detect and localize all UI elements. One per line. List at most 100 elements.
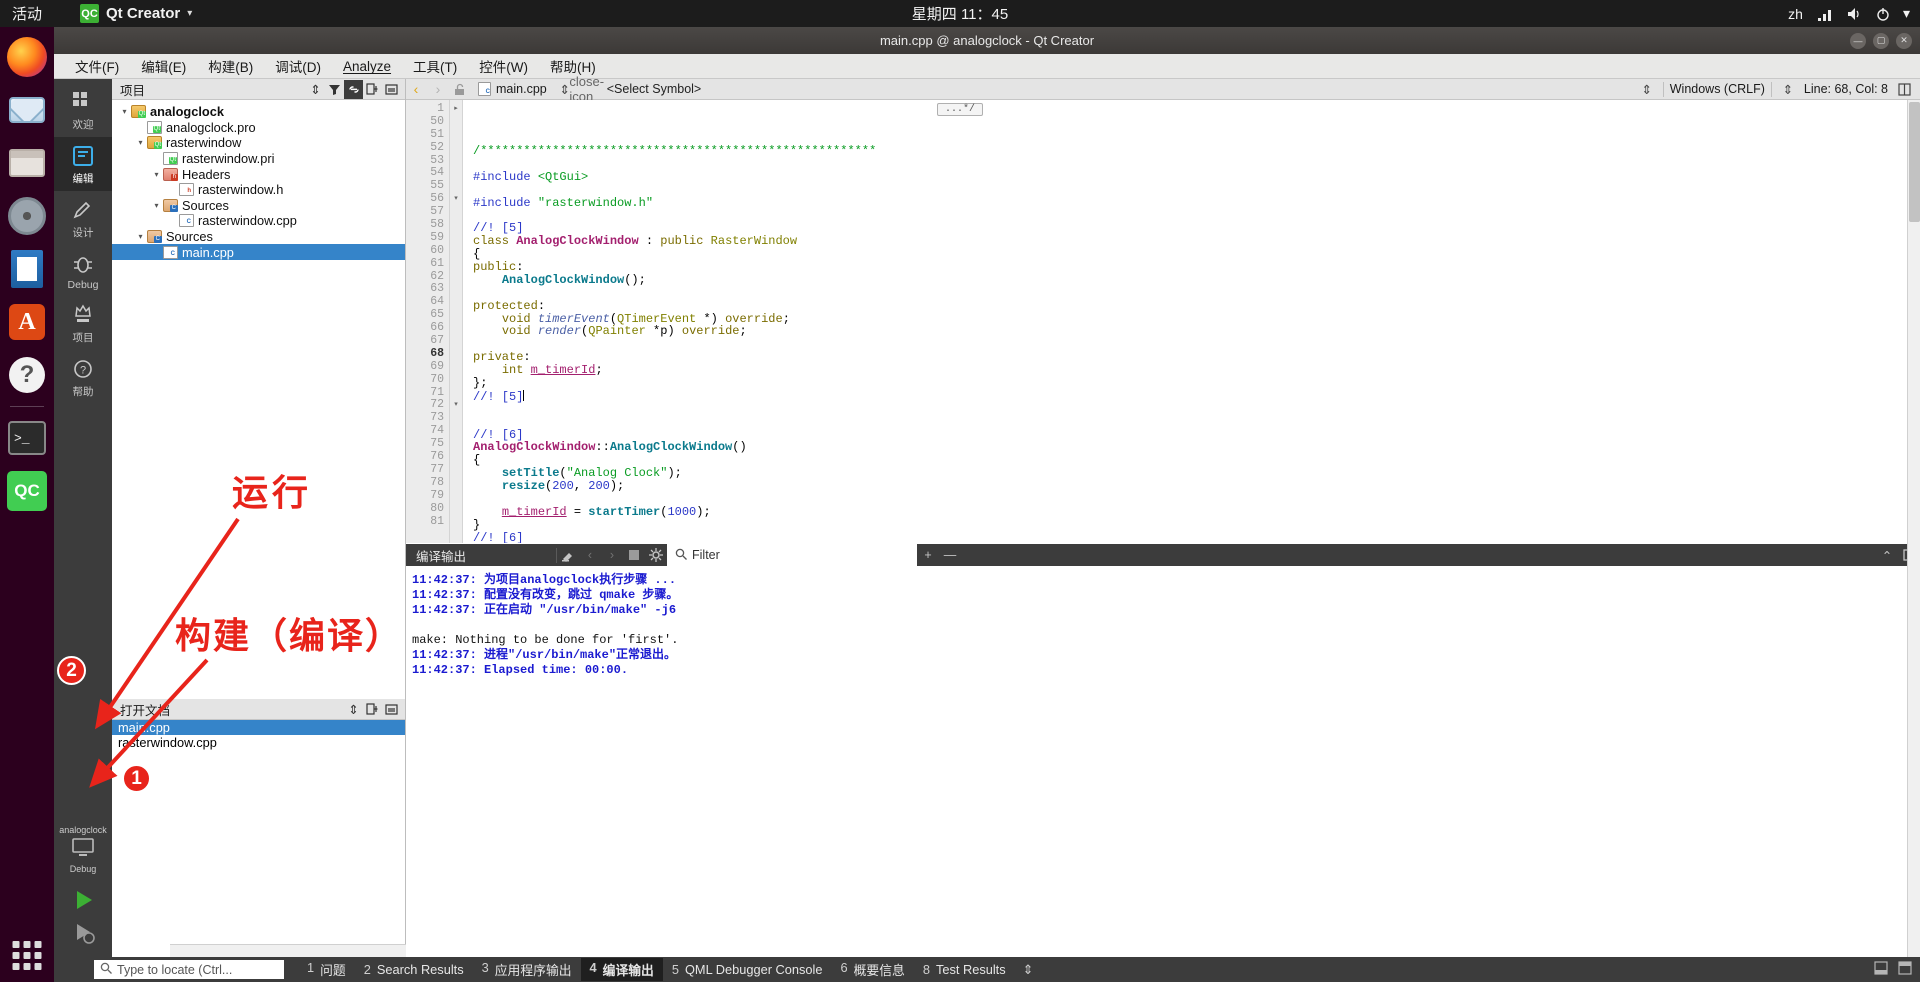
close-panel-icon[interactable] bbox=[382, 80, 401, 99]
output-tab-----[interactable]: 4 编译输出 bbox=[580, 958, 663, 981]
dock-thunderbird[interactable] bbox=[4, 87, 50, 133]
sort-icon[interactable]: ⇕ bbox=[306, 80, 325, 99]
run-button[interactable] bbox=[54, 883, 112, 916]
output-tab-qml-debugger-console[interactable]: 5 QML Debugger Console bbox=[663, 960, 832, 979]
mode-welcome[interactable]: 欢迎 bbox=[54, 83, 112, 137]
tree-item-analogclock[interactable]: ▾ analogclock bbox=[112, 104, 405, 120]
locator-input[interactable]: Type to locate (Ctrl... bbox=[94, 960, 284, 979]
synchronize-icon[interactable] bbox=[344, 79, 363, 99]
dock-rhythmbox[interactable] bbox=[4, 193, 50, 239]
mode-design[interactable]: 设计 bbox=[54, 191, 112, 245]
mode-debug[interactable]: Debug bbox=[54, 245, 112, 296]
dock-files[interactable] bbox=[4, 140, 50, 186]
open-documents-list[interactable]: main.cpp rasterwindow.cpp bbox=[112, 720, 405, 750]
tree-item-sources[interactable]: ▾ Sources bbox=[112, 198, 405, 214]
output-tabs-updown-icon[interactable]: ⇕ bbox=[1015, 962, 1034, 978]
menu-debug[interactable]: 调试(D) bbox=[264, 53, 332, 79]
fold-column[interactable]: ▸ ▾ ▾ bbox=[450, 100, 463, 543]
filter-icon[interactable] bbox=[325, 80, 344, 99]
show-applications-button[interactable] bbox=[12, 941, 42, 970]
fold-marker-icon[interactable]: ▾ bbox=[450, 399, 462, 412]
symbol-selector[interactable]: <Select Symbol> bbox=[599, 82, 1635, 96]
forward-arrow-icon[interactable]: › bbox=[428, 79, 448, 99]
chevron-up-icon[interactable]: ⌃ bbox=[1876, 544, 1898, 566]
tree-item-rasterwindow-cpp[interactable]: rasterwindow.cpp bbox=[112, 213, 405, 229]
output-tab-------[interactable]: 3 应用程序输出 bbox=[473, 958, 581, 981]
expand-arrow-icon[interactable]: ▾ bbox=[134, 138, 147, 147]
expand-arrow-icon[interactable]: ▾ bbox=[150, 201, 163, 210]
fold-marker-icon[interactable]: ▾ bbox=[450, 193, 462, 206]
app-menu-button[interactable]: QC Qt Creator ▾ bbox=[80, 4, 192, 23]
debug-run-button[interactable] bbox=[54, 916, 112, 949]
tree-item-analogclock-pro[interactable]: analogclock.pro bbox=[112, 120, 405, 136]
add-filter-button[interactable]: + bbox=[917, 544, 939, 566]
split-icon[interactable] bbox=[363, 700, 382, 719]
filter-input[interactable]: Filter bbox=[667, 544, 917, 566]
open-document-item[interactable]: rasterwindow.cpp bbox=[112, 735, 405, 750]
output-tab---[interactable]: 1 问题 bbox=[298, 958, 355, 981]
menu-file[interactable]: 文件(F) bbox=[64, 53, 130, 79]
menu-tools[interactable]: 工具(T) bbox=[402, 53, 468, 79]
menu-analyze[interactable]: Analyze bbox=[332, 56, 402, 77]
source-code[interactable]: ...*/ /*********************************… bbox=[463, 100, 1920, 543]
stop-icon[interactable] bbox=[623, 544, 645, 566]
dock-terminal[interactable]: >_ bbox=[4, 415, 50, 461]
prev-icon[interactable]: ‹ bbox=[579, 544, 601, 566]
tree-item-rasterwindow[interactable]: ▾ rasterwindow bbox=[112, 135, 405, 151]
network-icon[interactable] bbox=[1816, 7, 1834, 21]
code-editor[interactable]: 1 50 51 52 53 54 55 56 57 58 59 60 61 62 63 64 65 66 67 68 6… bbox=[406, 100, 1920, 543]
progress-maximize-icon[interactable] bbox=[1898, 961, 1912, 978]
tree-item-rasterwindow-h[interactable]: rasterwindow.h bbox=[112, 182, 405, 198]
kit-selector[interactable]: analogclock Debug bbox=[56, 825, 110, 874]
sort-icon[interactable]: ⇕ bbox=[344, 700, 363, 719]
editor-vertical-scrollbar[interactable] bbox=[1907, 100, 1920, 982]
output-tab-search-results[interactable]: 2 Search Results bbox=[355, 960, 473, 979]
project-tree[interactable]: ▾ analogclockanalogclock.pro ▾ rasterwindow… bbox=[112, 100, 405, 260]
close-button[interactable]: ✕ bbox=[1896, 32, 1912, 49]
system-clock[interactable]: 星期四 11：45 bbox=[912, 3, 1008, 24]
folded-comment-placeholder[interactable]: ...*/ bbox=[937, 103, 984, 116]
chevron-down-icon[interactable]: ▾ bbox=[1903, 5, 1910, 22]
clear-icon[interactable] bbox=[557, 544, 579, 566]
maximize-button[interactable]: ▢ bbox=[1873, 32, 1889, 49]
tree-item-main-cpp[interactable]: main.cpp bbox=[112, 244, 405, 260]
volume-icon[interactable] bbox=[1847, 7, 1863, 21]
fold-marker-icon[interactable]: ▸ bbox=[450, 103, 462, 116]
back-arrow-icon[interactable]: ‹ bbox=[406, 79, 426, 99]
split-icon[interactable] bbox=[363, 80, 382, 99]
menu-build[interactable]: 构建(B) bbox=[197, 53, 264, 79]
symbol-dropdown-icon[interactable]: ⇕ bbox=[1637, 79, 1657, 99]
mode-edit[interactable]: 编辑 bbox=[54, 137, 112, 191]
current-file-chip[interactable]: main.cpp bbox=[472, 82, 553, 96]
open-document-item[interactable]: main.cpp bbox=[112, 720, 405, 735]
remove-filter-button[interactable]: — bbox=[939, 544, 961, 566]
dock-firefox[interactable] bbox=[4, 34, 50, 80]
close-icon[interactable]: close-icon bbox=[569, 74, 604, 104]
minimize-button[interactable]: — bbox=[1850, 32, 1866, 49]
mode-help[interactable]: ? 帮助 bbox=[54, 350, 112, 404]
output-tab-----[interactable]: 6 概要信息 bbox=[832, 958, 914, 981]
progress-minimize-icon[interactable] bbox=[1874, 961, 1888, 978]
gear-icon[interactable] bbox=[645, 544, 667, 566]
dock-libreoffice-writer[interactable] bbox=[4, 246, 50, 292]
expand-arrow-icon[interactable]: ▾ bbox=[118, 107, 131, 116]
cursor-dropdown-icon[interactable]: ⇕ bbox=[1778, 79, 1798, 99]
mode-projects[interactable]: 项目 bbox=[54, 296, 112, 350]
line-ending-selector[interactable]: Windows (CRLF) bbox=[1670, 82, 1765, 96]
expand-arrow-icon[interactable]: ▾ bbox=[150, 170, 163, 179]
unlocked-icon[interactable] bbox=[450, 79, 470, 99]
tree-item-headers[interactable]: ▾ Headers bbox=[112, 166, 405, 182]
close-panel-icon[interactable] bbox=[382, 700, 401, 719]
tree-item-sources[interactable]: ▾ Sources bbox=[112, 229, 405, 245]
menu-window[interactable]: 控件(W) bbox=[468, 53, 539, 79]
power-icon[interactable] bbox=[1876, 7, 1890, 21]
menu-edit[interactable]: 编辑(E) bbox=[130, 53, 197, 79]
input-language-indicator[interactable]: zh bbox=[1788, 6, 1803, 22]
dock-qt-creator[interactable]: QC bbox=[4, 468, 50, 514]
expand-arrow-icon[interactable]: ▾ bbox=[134, 232, 147, 241]
tree-item-rasterwindow-pri[interactable]: rasterwindow.pri bbox=[112, 151, 405, 167]
split-editor-icon[interactable] bbox=[1894, 79, 1914, 99]
dock-help[interactable]: ? bbox=[4, 352, 50, 398]
activities-button[interactable]: 活动 bbox=[12, 3, 42, 24]
next-icon[interactable]: › bbox=[601, 544, 623, 566]
